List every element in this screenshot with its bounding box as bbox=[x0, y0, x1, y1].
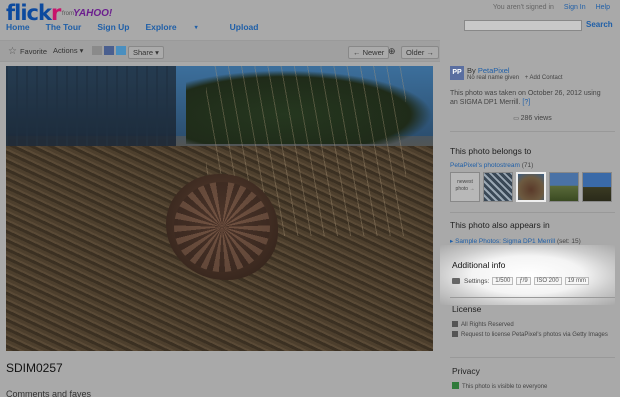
exif-chip[interactable]: 19 mm bbox=[564, 277, 590, 285]
avatar[interactable]: PP bbox=[450, 66, 464, 80]
owner-info: PP By PetaPixel No real name given + Add… bbox=[450, 62, 615, 92]
exif-chip[interactable]: ISO 200 bbox=[533, 277, 562, 285]
favorite-button[interactable]: ☆ Favorite bbox=[8, 46, 47, 57]
nav-upload[interactable]: Upload bbox=[230, 22, 259, 32]
divider bbox=[450, 297, 615, 298]
photo-toolbar: ☆ Favorite Actions ▾ Share ▾ ← Newer ⊕ O… bbox=[0, 40, 440, 62]
owner-link[interactable]: PetaPixel bbox=[478, 66, 510, 75]
site-header: flickr from YAHOO! Home The Tour Sign Up… bbox=[0, 0, 620, 36]
nav-explore[interactable]: Explore ▾ bbox=[145, 22, 213, 32]
top-nav: Home The Tour Sign Up Explore ▾ Upload bbox=[6, 22, 274, 32]
newer-button[interactable]: ← Newer bbox=[348, 46, 390, 59]
share-menu[interactable]: Share ▾ bbox=[128, 46, 164, 59]
zoom-icon[interactable]: ⊕ bbox=[388, 46, 396, 57]
highlight-glow bbox=[440, 245, 615, 305]
help-ref-link[interactable]: [?] bbox=[522, 99, 530, 106]
license-request[interactable]: Request to license PetaPixel's photos vi… bbox=[452, 331, 612, 340]
taken-info: This photo was taken on October 26, 2012… bbox=[450, 90, 601, 106]
email-icon[interactable] bbox=[92, 46, 102, 55]
photostream-thumb[interactable] bbox=[483, 172, 513, 202]
privacy-heading: Privacy bbox=[452, 366, 480, 376]
photo-fence bbox=[6, 66, 176, 156]
additional-info-heading: Additional info bbox=[452, 260, 506, 270]
exif-chip[interactable]: ƒ/9 bbox=[516, 277, 531, 285]
facebook-icon[interactable] bbox=[104, 46, 114, 55]
photostream-thumb[interactable] bbox=[582, 172, 612, 202]
camera-icon bbox=[452, 278, 460, 284]
comments-heading: Comments and faves bbox=[6, 389, 92, 397]
set-link[interactable]: ▸ Sample Photos: Sigma DP1 Merrill (set:… bbox=[450, 237, 581, 245]
help-link[interactable]: Help bbox=[596, 4, 610, 11]
photostream-thumbnails: newest photo → bbox=[450, 172, 612, 202]
main-photo[interactable] bbox=[6, 66, 433, 351]
nav-tour[interactable]: The Tour bbox=[46, 22, 82, 32]
chevron-down-icon: ▾ bbox=[194, 24, 198, 31]
yahoo-logo: YAHOO! bbox=[73, 8, 113, 19]
sign-in-link[interactable]: Sign In bbox=[564, 4, 586, 11]
newest-photo-thumb[interactable]: newest photo → bbox=[450, 172, 480, 202]
share-icons bbox=[92, 46, 128, 55]
owner-byline: By PetaPixel bbox=[467, 66, 510, 75]
view-count: ▭ 286 views bbox=[513, 115, 552, 122]
license-rights: All Rights Reserved bbox=[452, 321, 514, 330]
photostream-link[interactable]: PetaPixel's photostream (71) bbox=[450, 162, 533, 169]
globe-icon bbox=[452, 382, 459, 389]
actions-menu[interactable]: Actions ▾ bbox=[53, 46, 83, 55]
belongs-heading: This photo belongs to bbox=[450, 146, 532, 156]
add-contact-link[interactable]: + Add Contact bbox=[525, 75, 563, 81]
owner-subline: No real name given + Add Contact bbox=[467, 75, 563, 81]
license-heading: License bbox=[452, 304, 482, 314]
search-button[interactable]: Search bbox=[586, 20, 613, 29]
nav-signup[interactable]: Sign Up bbox=[97, 22, 129, 32]
nav-home[interactable]: Home bbox=[6, 22, 30, 32]
star-icon: ☆ bbox=[8, 46, 17, 57]
divider bbox=[450, 357, 615, 358]
twitter-icon[interactable] bbox=[116, 46, 126, 55]
photostream-thumb[interactable] bbox=[516, 172, 546, 202]
signin-status: You aren't signed in bbox=[492, 4, 554, 11]
appears-heading: This photo also appears in bbox=[450, 220, 550, 230]
photostream-thumb[interactable] bbox=[549, 172, 579, 202]
account-links: You aren't signed in Sign In Help bbox=[493, 4, 610, 11]
privacy-text: This photo is visible to everyone bbox=[452, 382, 547, 392]
older-button[interactable]: Older → bbox=[401, 46, 439, 59]
exif-settings: Settings: 1/500 ƒ/9 ISO 200 19 mm bbox=[452, 277, 590, 285]
search-input[interactable] bbox=[464, 20, 582, 31]
exif-chip[interactable]: 1/500 bbox=[492, 277, 514, 285]
photo-title: SDIM0257 bbox=[6, 361, 63, 375]
getty-icon bbox=[452, 331, 458, 337]
divider bbox=[450, 212, 615, 213]
views-icon: ▭ bbox=[513, 116, 521, 122]
copyright-icon bbox=[452, 321, 458, 327]
divider bbox=[450, 131, 615, 132]
flickr-photo-page: flickr from YAHOO! Home The Tour Sign Up… bbox=[0, 0, 620, 397]
